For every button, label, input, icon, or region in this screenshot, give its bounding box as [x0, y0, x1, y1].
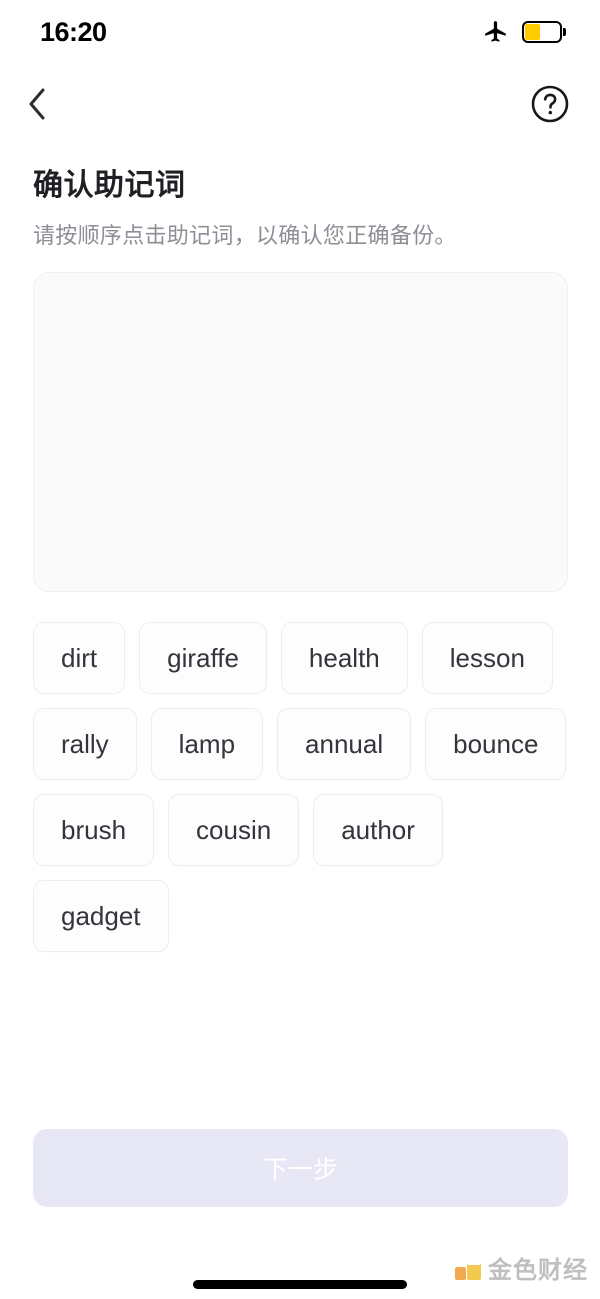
- page-title: 确认助记词: [33, 169, 186, 202]
- word-chip[interactable]: cousin: [168, 794, 300, 866]
- status-indicators: [483, 19, 566, 45]
- watermark-logo-icon: [455, 1254, 481, 1281]
- battery-fill: [525, 24, 540, 40]
- word-chip[interactable]: dirt: [33, 622, 126, 694]
- home-indicator: [193, 1280, 407, 1289]
- next-button[interactable]: 下一步: [33, 1129, 568, 1207]
- word-chip[interactable]: annual: [277, 708, 412, 780]
- help-button[interactable]: [530, 84, 570, 124]
- question-circle-icon: [531, 85, 569, 123]
- word-bank: dirt giraffe health lesson rally lamp annual bo…: [33, 622, 568, 952]
- nav-bar: [0, 64, 600, 144]
- back-button[interactable]: [24, 82, 64, 126]
- battery-cap: [563, 28, 566, 36]
- word-chip[interactable]: lamp: [150, 708, 264, 780]
- page-subtitle: 请按顺序点击助记词，以确认您正确备份。: [33, 223, 457, 248]
- airplane-mode-icon: [485, 21, 506, 42]
- selected-words-panel[interactable]: [33, 272, 568, 592]
- chevron-left-icon: [29, 88, 45, 120]
- watermark: 金色财经: [455, 1250, 588, 1285]
- status-bar: 16:20: [0, 0, 600, 64]
- watermark-text: 金色财经: [488, 1257, 588, 1284]
- status-time: 16:20: [40, 16, 107, 47]
- word-chip[interactable]: bounce: [425, 708, 567, 780]
- word-chip[interactable]: author: [313, 794, 443, 866]
- word-chip[interactable]: brush: [33, 794, 155, 866]
- word-chip[interactable]: rally: [33, 708, 137, 780]
- word-chip[interactable]: giraffe: [139, 622, 267, 694]
- app-screen: 16:20 确认助记词 请按顺序点击助记词，以确认您正确备份。 dirt gir…: [0, 0, 600, 1299]
- word-chip[interactable]: health: [280, 622, 408, 694]
- heading-block: 确认助记词 请按顺序点击助记词，以确认您正确备份。: [33, 160, 567, 250]
- battery-icon: [522, 21, 566, 43]
- word-chip[interactable]: lesson: [421, 622, 553, 694]
- word-chip[interactable]: gadget: [33, 880, 169, 952]
